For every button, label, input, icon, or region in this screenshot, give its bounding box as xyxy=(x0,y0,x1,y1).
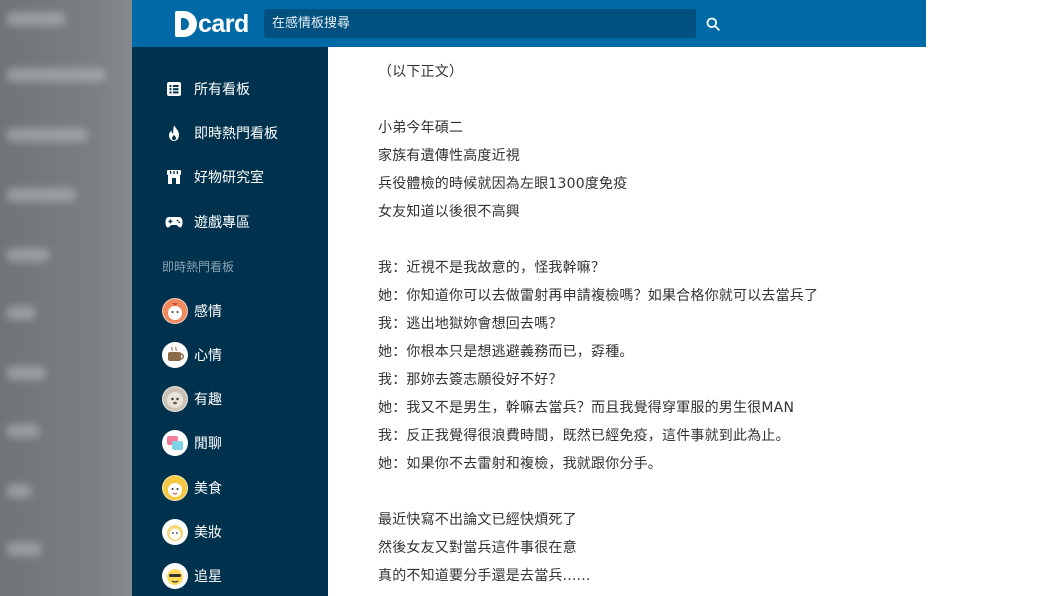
top-header: card xyxy=(132,0,926,47)
article-line: 我：近視不是我故意的，怪我幹嘛？ xyxy=(378,260,606,276)
article-line: 我：那妳去簽志願役好不好？ xyxy=(378,372,563,388)
board-avatar-idol xyxy=(162,563,188,589)
article-line: 我：逃出地獄妳會想回去嗎？ xyxy=(378,316,563,332)
sidebar-board-idol[interactable]: 追星 xyxy=(162,560,222,592)
article-line: 真的不知道要分手還是去當兵...... xyxy=(378,568,591,584)
sidebar-board-funny[interactable]: 有趣 xyxy=(162,383,222,415)
search-icon xyxy=(706,17,720,31)
article-line: （以下正文） xyxy=(378,64,464,80)
article-line: 兵役體檢的時候就因為左眼1300度免疫 xyxy=(378,176,628,192)
sidebar-board-food[interactable]: 美食 xyxy=(162,472,222,504)
nav-item-games[interactable]: 遊戲專區 xyxy=(164,207,250,237)
board-avatar-chat xyxy=(162,430,188,456)
sidebar-board-mood[interactable]: 心情 xyxy=(162,339,222,371)
article-content: （以下正文） 小弟今年碩二 家族有遺傳性高度近視 兵役體檢的時候就因為左眼130… xyxy=(328,47,926,596)
board-label: 感情 xyxy=(194,304,222,320)
board-label: 心情 xyxy=(194,348,222,364)
left-sidebar: 所有看板 即時熱門看板 好物研究室 遊戲專區 即時熱門看板 感情 心情 有趣 閒… xyxy=(132,47,328,596)
article-line: 小弟今年碩二 xyxy=(378,120,464,136)
nav-item-all-boards[interactable]: 所有看板 xyxy=(164,74,250,104)
board-label: 有趣 xyxy=(194,392,222,408)
board-label: 美食 xyxy=(194,481,222,497)
dcard-logo[interactable]: card xyxy=(175,8,249,40)
sidebar-board-relationship[interactable]: 感情 xyxy=(162,295,222,327)
article-line: 家族有遺傳性高度近視 xyxy=(378,148,520,164)
hot-boards-section-title: 即時熱門看板 xyxy=(162,260,235,274)
board-avatar-funny xyxy=(162,386,188,412)
board-avatar-food xyxy=(162,475,188,501)
nav-item-label: 好物研究室 xyxy=(194,170,264,186)
search-input[interactable] xyxy=(264,9,694,38)
sidebar-board-makeup[interactable]: 美妝 xyxy=(162,516,222,548)
search-box xyxy=(264,9,730,38)
article-line: 她：我又不是男生，幹嘛去當兵？而且我覺得穿軍服的男生很MAN xyxy=(378,400,795,416)
nav-item-hot-boards[interactable]: 即時熱門看板 xyxy=(164,118,278,148)
nav-item-product-lab[interactable]: 好物研究室 xyxy=(164,162,264,192)
nav-item-label: 所有看板 xyxy=(194,82,250,98)
board-label: 美妝 xyxy=(194,525,222,541)
nav-item-label: 遊戲專區 xyxy=(194,215,250,231)
article-line: 她：你根本只是想逃避義務而已，孬種。 xyxy=(378,344,634,360)
dcard-logo-d-mark xyxy=(175,11,197,37)
search-button[interactable] xyxy=(695,9,730,38)
sidebar-board-chat[interactable]: 閒聊 xyxy=(162,427,222,459)
article-line: 最近快寫不出論文已經快煩死了 xyxy=(378,512,577,528)
gamepad-icon xyxy=(164,212,184,232)
board-label: 閒聊 xyxy=(194,436,222,452)
article-line: 女友知道以後很不高興 xyxy=(378,204,520,220)
article-line: 然後女友又對當兵這件事很在意 xyxy=(378,540,577,556)
blurred-background-strip xyxy=(0,0,132,596)
article-line: 我：反正我覺得很浪費時間，既然已經免疫，這件事就到此為止。 xyxy=(378,428,790,444)
nav-item-label: 即時熱門看板 xyxy=(194,126,278,142)
flame-icon xyxy=(164,123,184,143)
logo-text: card xyxy=(198,9,249,38)
list-icon xyxy=(164,79,184,99)
screenshot-stage: card 在感情板搜尋 所有看板 即時熱門看板 好物研究室 遊戲專區 即時熱門看… xyxy=(0,0,1060,596)
board-label: 追星 xyxy=(194,569,222,585)
storefront-icon xyxy=(164,167,184,187)
board-avatar-makeup xyxy=(162,519,188,545)
board-avatar-relationship xyxy=(162,298,188,324)
article-line: 她：如果你不去雷射和複檢，我就跟你分手。 xyxy=(378,456,662,472)
board-avatar-mood xyxy=(162,342,188,368)
dcard-app: card 在感情板搜尋 所有看板 即時熱門看板 好物研究室 遊戲專區 即時熱門看… xyxy=(132,0,926,596)
article-line: 她：你知道你可以去做雷射再申請複檢嗎？如果合格你就可以去當兵了 xyxy=(378,288,819,304)
